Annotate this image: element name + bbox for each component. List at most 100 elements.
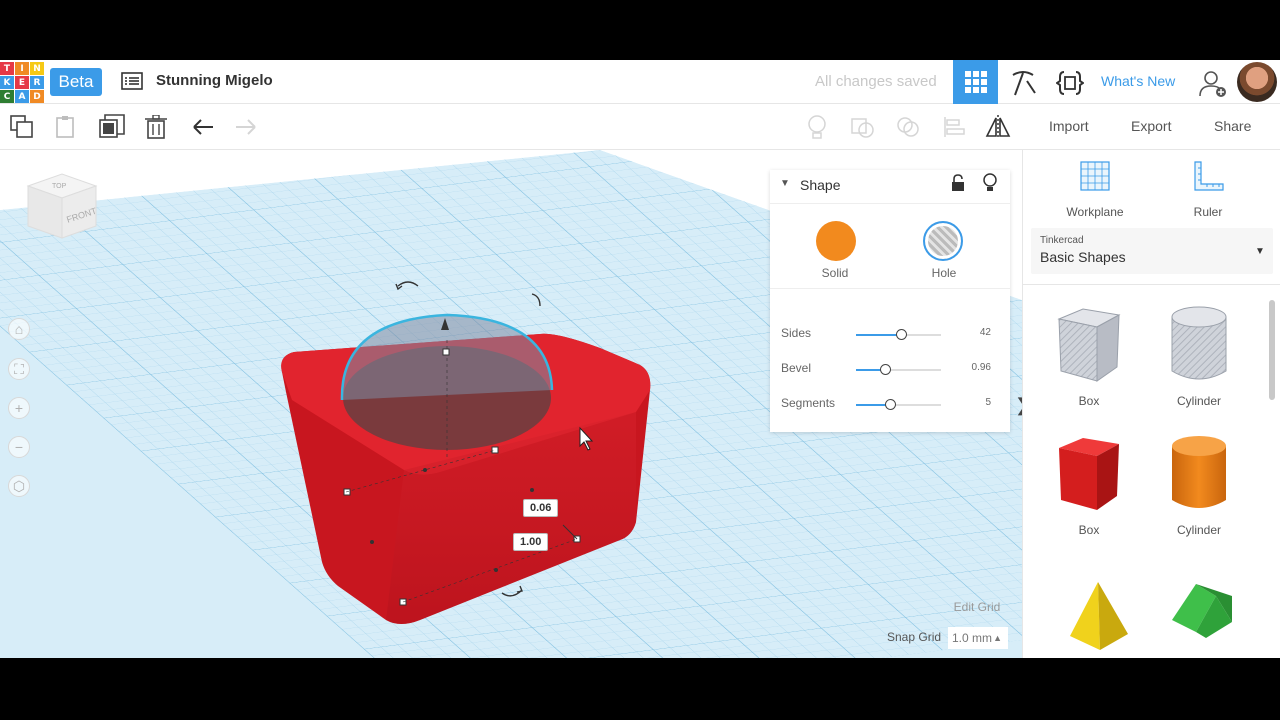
ruler-label: Ruler <box>1193 205 1223 219</box>
shape-cylinder[interactable]: Cylinder <box>1149 434 1249 537</box>
hole-button[interactable] <box>923 221 963 261</box>
param-value[interactable]: 5 <box>985 397 991 408</box>
slider-knob[interactable] <box>880 364 891 375</box>
lightbulb-icon <box>808 115 826 139</box>
logo-letter: I <box>15 62 29 75</box>
hole-label: Hole <box>931 266 957 280</box>
workplane-icon <box>1080 161 1110 191</box>
shape-library-dropdown[interactable]: Tinkercad Basic Shapes ▼ <box>1031 228 1273 274</box>
home-view-button[interactable]: ⌂ <box>8 318 30 340</box>
tinkercad-app: TIN KER CAD Beta Stunning Migelo All chang… <box>0 60 1280 658</box>
redo-button[interactable] <box>233 114 259 140</box>
library-provider: Tinkercad <box>1040 235 1084 246</box>
user-avatar[interactable] <box>1237 62 1277 102</box>
copy-button[interactable] <box>9 114 35 140</box>
logo-letter: D <box>30 90 44 103</box>
design-title[interactable]: Stunning Migelo <box>156 72 273 89</box>
slider-knob[interactable] <box>885 399 896 410</box>
param-label: Sides <box>781 326 812 340</box>
param-row-bevel: Bevel 0.96 <box>781 359 1001 379</box>
lightbulb-icon[interactable] <box>982 172 998 194</box>
logo-letter: A <box>15 90 29 103</box>
logo-letter: T <box>0 62 14 75</box>
param-value[interactable]: 0.96 <box>972 362 991 373</box>
paste-button[interactable] <box>53 114 79 140</box>
library-name: Basic Shapes <box>1040 249 1126 265</box>
top-bar: TIN KER CAD Beta Stunning Migelo All chang… <box>0 60 1280 104</box>
bricks-view-button[interactable] <box>1008 68 1038 98</box>
logo-letter: C <box>0 90 14 103</box>
fit-view-button[interactable]: ⛶ <box>8 358 30 380</box>
panel-divider <box>770 288 1010 289</box>
param-row-sides: Sides 42 <box>781 324 1001 344</box>
mirror-icon <box>985 115 1011 139</box>
shape-box[interactable]: Box <box>1039 434 1139 537</box>
mirror-button[interactable] <box>985 114 1011 140</box>
shape-box-hole[interactable]: Box <box>1039 305 1139 408</box>
whats-new-link[interactable]: What's New <box>1101 73 1175 89</box>
snap-grid-label: Snap Grid <box>887 630 942 644</box>
dropdown-caret-icon: ▼ <box>1255 246 1265 257</box>
shape-panel-title: Shape <box>800 177 841 193</box>
view-cube[interactable]: TOP FRONT <box>22 172 102 242</box>
box-hole-icon <box>1057 308 1121 382</box>
shape-cylinder-hole[interactable]: Cylinder <box>1149 305 1249 408</box>
workplane-tool[interactable]: Workplane <box>1045 160 1145 219</box>
lock-icon[interactable] <box>950 173 966 193</box>
group-button[interactable] <box>849 114 875 140</box>
fit-icon: ⛶ <box>14 360 24 377</box>
share-button[interactable]: Share <box>1214 118 1251 134</box>
shape-label: Box <box>1078 523 1100 537</box>
cylinder-hole-icon <box>1171 306 1227 380</box>
param-value[interactable]: 42 <box>980 327 991 338</box>
tinkercad-logo[interactable]: TIN KER CAD <box>0 62 44 103</box>
beta-badge[interactable]: Beta <box>50 68 102 96</box>
zoom-in-button[interactable]: + <box>8 397 30 419</box>
add-user-icon[interactable] <box>1198 68 1228 98</box>
ungroup-button[interactable] <box>895 114 921 140</box>
codeblocks-button[interactable] <box>1055 68 1085 98</box>
trash-icon <box>145 115 167 139</box>
duplicate-button[interactable] <box>99 114 125 140</box>
zoom-out-button[interactable]: − <box>8 436 30 458</box>
edit-grid-button[interactable]: Edit Grid <box>948 597 1006 617</box>
import-button[interactable]: Import <box>1049 118 1089 134</box>
solid-button[interactable] <box>816 221 856 261</box>
3d-view-button[interactable] <box>953 60 998 104</box>
shape-inspector-panel: ▼ Shape Solid Hole Sides 42 Bevel 0.96 Segme… <box>770 170 1010 432</box>
shape-label: Box <box>1078 394 1100 408</box>
export-button[interactable]: Export <box>1131 118 1171 134</box>
library-scrollbar[interactable] <box>1269 300 1275 400</box>
slider-knob[interactable] <box>896 329 907 340</box>
solid-label: Solid <box>821 266 849 280</box>
logo-letter: K <box>0 76 14 89</box>
collapse-caret-icon[interactable]: ▼ <box>780 178 790 189</box>
copy-icon <box>10 115 33 138</box>
shape-roof[interactable] <box>1151 578 1251 643</box>
align-icon <box>944 117 965 137</box>
grid-icon <box>964 71 987 93</box>
snap-grid-select[interactable]: 1.0 mm ▲ <box>948 627 1008 649</box>
cube-icon: ⬡ <box>12 477 26 494</box>
width-dimension-label[interactable]: 1.00 <box>513 533 549 551</box>
ruler-tool[interactable]: Ruler <box>1158 160 1258 219</box>
shape-pyramid[interactable] <box>1049 578 1149 658</box>
group-icon <box>851 118 874 138</box>
logo-letter: R <box>30 76 44 89</box>
height-dimension-label[interactable]: 0.06 <box>523 499 559 517</box>
notes-button[interactable] <box>804 114 830 140</box>
slider-fill <box>856 334 901 336</box>
workplane-label: Workplane <box>1066 205 1124 219</box>
align-button[interactable] <box>941 114 967 140</box>
redo-icon <box>236 119 256 135</box>
delete-button[interactable] <box>143 114 169 140</box>
ortho-view-button[interactable]: ⬡ <box>8 475 30 497</box>
undo-button[interactable] <box>190 114 216 140</box>
undo-icon <box>193 119 213 135</box>
design-list-icon[interactable] <box>121 72 143 90</box>
shape-panel-header[interactable]: ▼ Shape <box>770 170 1010 204</box>
paste-icon <box>56 116 74 138</box>
ungroup-icon <box>897 117 919 137</box>
save-status: All changes saved <box>815 73 937 90</box>
snap-grid-value: 1.0 mm <box>952 631 993 645</box>
